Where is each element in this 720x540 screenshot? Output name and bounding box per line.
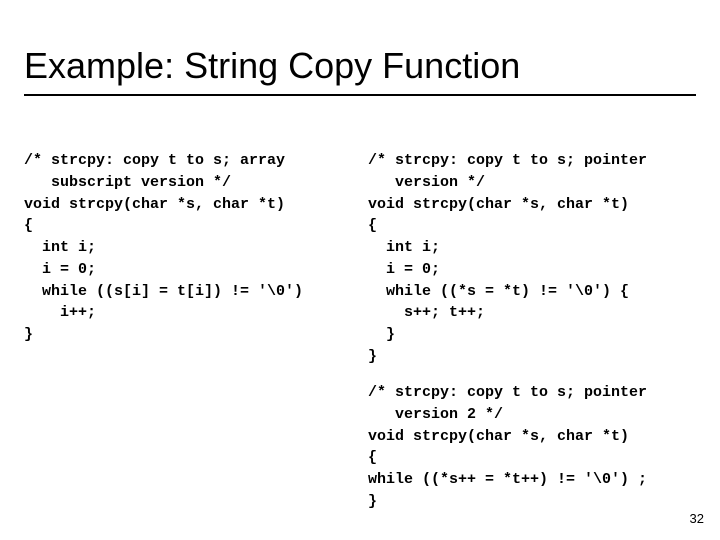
- code-block-array-subscript: /* strcpy: copy t to s; array subscript …: [24, 150, 354, 346]
- page-number: 32: [690, 511, 704, 526]
- slide: Example: String Copy Function /* strcpy:…: [0, 0, 720, 540]
- slide-title: Example: String Copy Function: [24, 46, 520, 86]
- code-block-pointer-v1: /* strcpy: copy t to s; pointer version …: [368, 150, 698, 368]
- title-underline: [24, 94, 696, 96]
- code-block-pointer-v2: /* strcpy: copy t to s; pointer version …: [368, 382, 698, 513]
